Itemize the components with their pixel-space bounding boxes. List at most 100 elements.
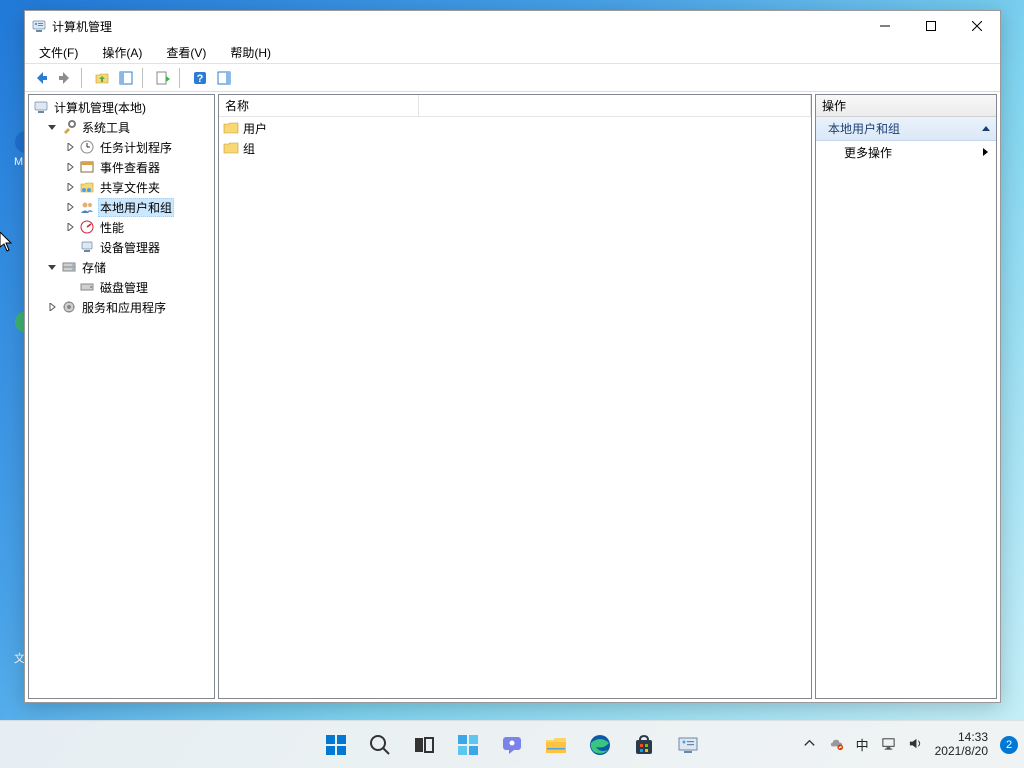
tree-disk-management[interactable]: 磁盘管理 — [29, 277, 214, 297]
tree-label: 共享文件夹 — [98, 179, 162, 196]
svg-text:?: ? — [196, 73, 203, 85]
tree-panel: 计算机管理(本地) 系统工具 任务计划程序 事件查看器 共享文件夹 — [28, 94, 215, 699]
disk-icon — [79, 279, 95, 295]
back-button[interactable] — [29, 66, 52, 89]
export-list-button[interactable] — [151, 66, 174, 89]
users-icon — [79, 199, 95, 215]
tree-label: 任务计划程序 — [98, 139, 174, 156]
tree-label: 存储 — [80, 259, 108, 276]
menu-help[interactable]: 帮助(H) — [224, 43, 277, 62]
folder-icon — [223, 140, 239, 156]
tree-system-tools[interactable]: 系统工具 — [29, 117, 214, 137]
action-panel: 操作 本地用户和组 更多操作 — [815, 94, 997, 699]
clock-icon — [79, 139, 95, 155]
column-name[interactable]: 名称 — [219, 95, 419, 116]
action-more-label: 更多操作 — [844, 144, 892, 161]
tree-root-label: 计算机管理(本地) — [52, 99, 148, 116]
action-section[interactable]: 本地用户和组 — [816, 117, 996, 141]
network-icon[interactable] — [881, 736, 896, 754]
tree-root[interactable]: 计算机管理(本地) — [29, 97, 214, 117]
menu-action[interactable]: 操作(A) — [96, 43, 148, 62]
show-hide-action-button[interactable] — [212, 66, 235, 89]
tree-event-viewer[interactable]: 事件查看器 — [29, 157, 214, 177]
tree-label: 系统工具 — [80, 119, 132, 136]
show-hide-tree-button[interactable] — [114, 66, 137, 89]
services-icon — [61, 299, 77, 315]
action-panel-header: 操作 — [816, 95, 996, 117]
list-item-label: 组 — [243, 140, 255, 157]
separator — [81, 68, 85, 88]
help-button[interactable]: ? — [188, 66, 211, 89]
performance-icon — [79, 219, 95, 235]
app-running-button[interactable] — [668, 725, 708, 765]
tree-performance[interactable]: 性能 — [29, 217, 214, 237]
widgets-button[interactable] — [448, 725, 488, 765]
tree-label: 本地用户和组 — [98, 198, 174, 217]
separator — [142, 68, 146, 88]
list-item-groups[interactable]: 组 — [219, 138, 811, 158]
chevron-right-icon[interactable] — [63, 140, 77, 154]
tree-shared-folders[interactable]: 共享文件夹 — [29, 177, 214, 197]
tools-icon — [61, 119, 77, 135]
ime-indicator[interactable]: 中 — [856, 735, 869, 754]
shared-folder-icon — [79, 179, 95, 195]
tree-device-manager[interactable]: 设备管理器 — [29, 237, 214, 257]
desktop-icon-label: M — [14, 156, 23, 168]
tree-label: 服务和应用程序 — [80, 299, 168, 316]
tree-storage[interactable]: 存储 — [29, 257, 214, 277]
chevron-down-icon[interactable] — [45, 120, 59, 134]
chevron-right-icon[interactable] — [63, 200, 77, 214]
store-button[interactable] — [624, 725, 664, 765]
start-button[interactable] — [316, 725, 356, 765]
action-more[interactable]: 更多操作 — [816, 141, 996, 163]
column-spacer[interactable] — [419, 95, 811, 116]
volume-icon[interactable] — [908, 736, 923, 754]
up-folder-button[interactable] — [90, 66, 113, 89]
minimize-button[interactable] — [862, 11, 908, 41]
tree-task-scheduler[interactable]: 任务计划程序 — [29, 137, 214, 157]
tree-label: 设备管理器 — [98, 239, 162, 256]
window-title: 计算机管理 — [52, 18, 862, 35]
tray-overflow-icon[interactable] — [802, 736, 817, 754]
device-icon — [79, 239, 95, 255]
event-icon — [79, 159, 95, 175]
chevron-down-icon[interactable] — [45, 260, 59, 274]
menu-view[interactable]: 查看(V) — [160, 43, 212, 62]
chevron-right-icon[interactable] — [63, 220, 77, 234]
list-item-label: 用户 — [243, 120, 267, 137]
explorer-button[interactable] — [536, 725, 576, 765]
app-icon — [31, 18, 47, 34]
notification-badge[interactable]: 2 — [1000, 736, 1018, 754]
chevron-right-icon[interactable] — [63, 180, 77, 194]
taskbar: 中 14:33 2021/8/20 2 — [0, 720, 1024, 768]
storage-icon — [61, 259, 77, 275]
chat-button[interactable] — [492, 725, 532, 765]
search-button[interactable] — [360, 725, 400, 765]
computer-icon — [33, 99, 49, 115]
menubar: 文件(F) 操作(A) 查看(V) 帮助(H) — [25, 41, 1000, 63]
folder-icon — [223, 120, 239, 136]
tree-label: 事件查看器 — [98, 159, 162, 176]
list-item-users[interactable]: 用户 — [219, 118, 811, 138]
onedrive-icon[interactable] — [829, 736, 844, 754]
forward-button[interactable] — [53, 66, 76, 89]
clock[interactable]: 14:33 2021/8/20 — [935, 731, 988, 759]
chevron-right-icon[interactable] — [63, 160, 77, 174]
task-view-button[interactable] — [404, 725, 444, 765]
caret-up-icon — [982, 126, 990, 131]
separator — [179, 68, 183, 88]
close-button[interactable] — [954, 11, 1000, 41]
action-section-label: 本地用户和组 — [828, 120, 900, 137]
chevron-right-icon[interactable] — [45, 300, 59, 314]
caret-right-icon — [983, 148, 988, 156]
titlebar[interactable]: 计算机管理 — [25, 11, 1000, 41]
tree-local-users-groups[interactable]: 本地用户和组 — [29, 197, 214, 217]
mouse-cursor — [0, 232, 14, 252]
tree-services-apps[interactable]: 服务和应用程序 — [29, 297, 214, 317]
clock-date: 2021/8/20 — [935, 745, 988, 759]
tree-label: 性能 — [98, 219, 126, 236]
edge-button[interactable] — [580, 725, 620, 765]
menu-file[interactable]: 文件(F) — [33, 43, 84, 62]
maximize-button[interactable] — [908, 11, 954, 41]
list-header: 名称 — [219, 95, 811, 117]
